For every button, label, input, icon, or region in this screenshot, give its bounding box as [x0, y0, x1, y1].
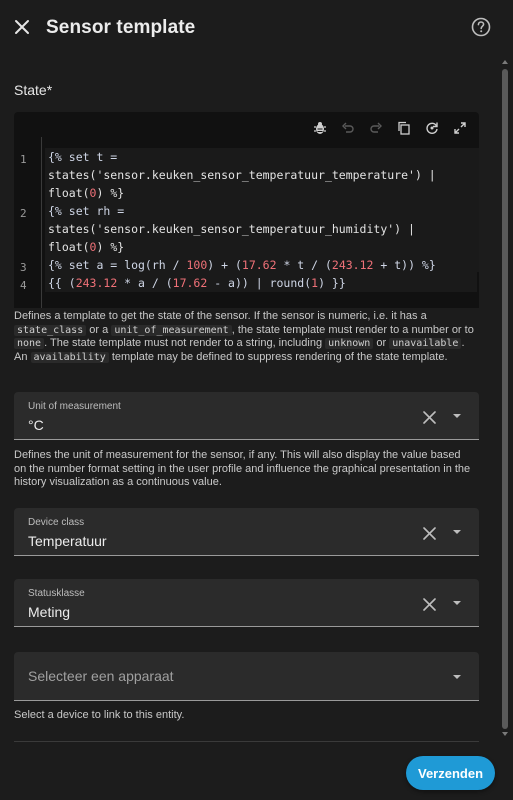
code-line: {% set rh =: [48, 204, 125, 218]
undo-icon[interactable]: [337, 117, 359, 139]
unit-of-measurement-value: °C: [28, 417, 44, 433]
dialog-header: Sensor template: [0, 0, 513, 58]
helper-text-part: Defines a template to get the state of t…: [14, 310, 427, 322]
scrollbar-thumb[interactable]: [502, 69, 508, 729]
helper-text-part: , the state template must render to a nu…: [231, 323, 474, 336]
dialog-title: Sensor template: [46, 17, 196, 38]
helper-text-part: template may be defined to suppress rend…: [108, 350, 448, 363]
device-class-value: Temperatuur: [28, 533, 107, 549]
code-line: states('sensor.keuken_sensor_temperatuur…: [48, 168, 436, 182]
helper-text-part: . The state template must not render to …: [44, 337, 326, 349]
redo-icon[interactable]: [365, 117, 387, 139]
unit-of-measurement-select[interactable]: Unit of measurement °C: [14, 392, 479, 440]
state-class-select[interactable]: Statusklasse Meting: [14, 579, 479, 627]
code-line: float(0) %}: [48, 186, 125, 200]
dropdown-arrow-icon[interactable]: [451, 672, 463, 682]
scroll-down-arrow-icon[interactable]: [502, 732, 508, 736]
code-chip: unavailable: [389, 338, 462, 349]
copy-icon[interactable]: [393, 117, 415, 139]
state-class-label: Statusklasse: [28, 588, 85, 599]
clear-icon[interactable]: [420, 408, 438, 426]
code-line: {% set t =: [48, 150, 118, 164]
line-number: 3: [20, 261, 27, 274]
state-helper-text: Defines a template to get the state of t…: [14, 310, 474, 364]
code-chip: state_class: [14, 324, 87, 336]
unit-of-measurement-label: Unit of measurement: [28, 401, 121, 412]
line-number: 2: [20, 207, 27, 220]
code-line: float(0) %}: [48, 240, 125, 254]
code-content[interactable]: {% set t = states('sensor.keuken_sensor_t…: [45, 148, 477, 292]
device-helper-text: Select a device to link to this entity.: [14, 709, 185, 721]
device-select[interactable]: Selecteer een apparaat: [14, 652, 479, 701]
refresh-icon[interactable]: [421, 117, 443, 139]
clear-icon[interactable]: [420, 524, 438, 542]
code-line: {{ (243.12 * a / (17.62 - a)) | round(1)…: [48, 276, 346, 290]
device-class-select[interactable]: Device class Temperatuur: [14, 508, 479, 556]
line-number: 1: [20, 153, 27, 166]
state-label: State*: [14, 82, 53, 98]
submit-button[interactable]: Verzenden: [406, 756, 495, 790]
dropdown-arrow-icon[interactable]: [451, 598, 463, 608]
state-class-value: Meting: [28, 604, 71, 620]
code-chip: unit_of_measurement: [111, 324, 232, 336]
code-chip: availability: [30, 351, 109, 363]
device-select-placeholder: Selecteer een apparaat: [28, 668, 174, 684]
line-number: 4: [20, 279, 27, 292]
scroll-up-arrow-icon[interactable]: [502, 60, 508, 64]
divider: [14, 741, 479, 742]
clear-icon[interactable]: [420, 595, 438, 613]
code-chip: unknown: [325, 338, 374, 349]
device-class-label: Device class: [28, 517, 85, 528]
fullscreen-icon[interactable]: [449, 117, 471, 139]
dropdown-arrow-icon[interactable]: [451, 411, 463, 421]
sensor-template-dialog: Sensor template State* 1 2 3 4 {% set t …: [0, 0, 513, 800]
editor-toolbar: [309, 116, 471, 140]
gutter-divider: [41, 137, 42, 308]
help-circle-icon[interactable]: [470, 16, 492, 38]
close-icon[interactable]: [9, 14, 35, 40]
state-template-editor[interactable]: 1 2 3 4 {% set t = states('sensor.keuken_…: [14, 112, 479, 308]
code-line: states('sensor.keuken_sensor_temperatuur…: [48, 222, 415, 236]
code-chip: none: [14, 338, 45, 349]
helper-text-part: or a: [86, 323, 112, 336]
bug-icon[interactable]: [309, 117, 331, 139]
dropdown-arrow-icon[interactable]: [451, 527, 463, 537]
code-line: {% set a = log(rh / 100) + (17.62 * t / …: [48, 258, 436, 272]
unit-helper-text: Defines the unit of measurement for the …: [14, 449, 471, 488]
helper-text-part: or: [373, 337, 390, 349]
